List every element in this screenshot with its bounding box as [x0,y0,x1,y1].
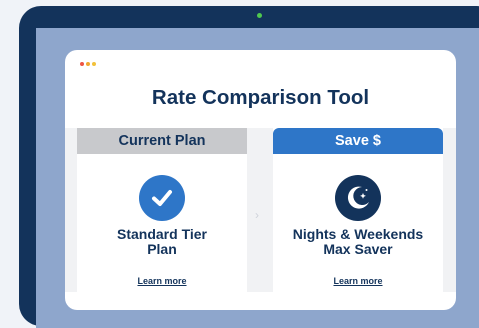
minimize-dot[interactable] [86,62,90,66]
plan-name-line: Nights & Weekends [292,226,424,242]
plan-name-line: Max Saver [323,241,393,257]
checkmark-icon [139,175,185,221]
save-plan-card: Save $ Nights & Weekends Max Saver Learn… [273,128,443,292]
learn-more-link[interactable]: Learn more [77,276,247,286]
plan-name-line: Standard Tier [117,226,207,242]
learn-more-link[interactable]: Learn more [273,276,443,286]
moon-stars-icon [335,175,381,221]
current-plan-header: Current Plan [77,128,247,154]
camera-indicator [257,13,262,18]
current-plan-name: Standard Tier Plan [77,227,247,257]
chevron-right-icon: › [255,208,259,222]
plan-name-line: Plan [147,241,177,257]
maximize-dot[interactable] [92,62,96,66]
page-title: Rate Comparison Tool [151,86,370,109]
window-controls [80,62,96,66]
current-plan-card: Current Plan Standard Tier Plan Learn mo… [77,128,247,292]
close-dot[interactable] [80,62,84,66]
save-plan-header: Save $ [273,128,443,154]
save-plan-name: Nights & Weekends Max Saver [273,227,443,257]
